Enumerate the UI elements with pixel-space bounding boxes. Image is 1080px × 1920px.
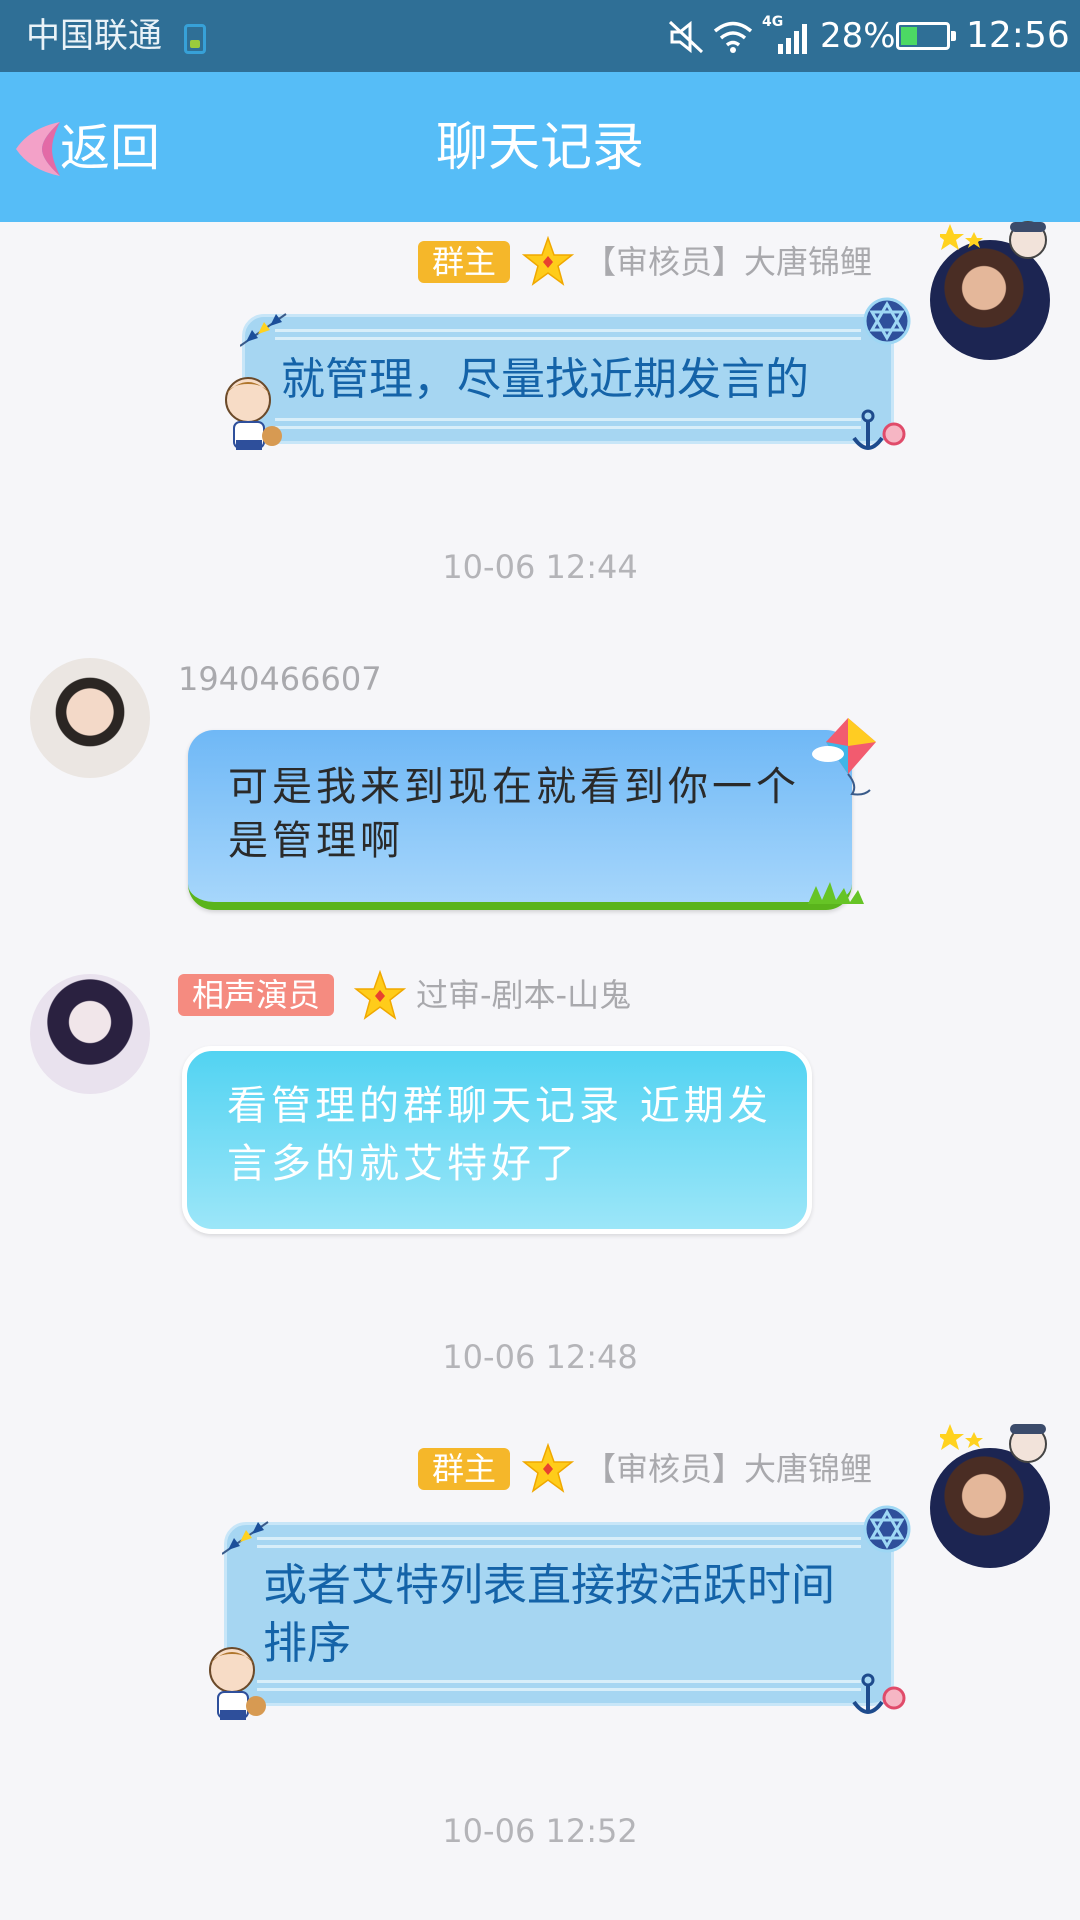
title-badge: 相声演员: [178, 974, 335, 1016]
anchor-icon: [852, 1673, 906, 1714]
message-text: 就管理，尽量找近期发言的: [281, 354, 809, 405]
avatar[interactable]: [30, 658, 150, 778]
signal-icon: [778, 24, 807, 54]
sender-name: 1940466607: [178, 660, 382, 698]
star-icon: [522, 236, 574, 286]
anchor-icon: [852, 409, 906, 450]
message-text: 可是我来到现在就看到你一个是管理啊: [228, 764, 800, 864]
title-bar: 返回 聊天记录: [0, 72, 1080, 222]
message-bubble[interactable]: 可是我来到现在就看到你一个是管理啊: [188, 730, 852, 910]
carrier-name: 中国联通: [26, 16, 162, 56]
sticker-icon: [940, 221, 1047, 259]
message-bubble[interactable]: 就管理，尽量找近期发言的: [242, 314, 894, 444]
kite-icon: [812, 718, 876, 796]
message-bubble[interactable]: 或者艾特列表直接按活跃时间排序: [224, 1522, 894, 1706]
owner-badge: 群主: [418, 1448, 511, 1490]
sender-name: 【审核员】大唐锦鲤: [584, 243, 873, 281]
sticker-icon: [940, 1424, 1047, 1463]
status-clock: 12:56: [966, 15, 1070, 56]
star-icon: [522, 1443, 574, 1493]
timestamp: 10-06 12:52: [442, 1812, 638, 1850]
message-text: 或者艾特列表直接按活跃时间排序: [263, 1560, 835, 1669]
pennant-icon: [240, 313, 287, 347]
wifi-icon: [713, 21, 753, 53]
grass-icon: [808, 882, 864, 904]
timestamp: 10-06 12:48: [442, 1338, 638, 1376]
sender-name: 过审-剧本-山鬼: [416, 976, 632, 1014]
status-bar: 中国联通 4G 28% 12:56: [0, 0, 1080, 72]
battery-percent: 28%: [820, 16, 896, 56]
message-bubble[interactable]: 看管理的群聊天记录 近期发言多的就艾特好了: [182, 1046, 812, 1234]
pennant-icon: [222, 1521, 269, 1555]
sender-name: 【审核员】大唐锦鲤: [584, 1450, 873, 1488]
compass-icon: [863, 1505, 911, 1553]
page-title: 聊天记录: [435, 118, 644, 178]
star-icon: [354, 970, 406, 1020]
compass-icon: [863, 297, 911, 345]
timestamp: 10-06 12:44: [442, 548, 638, 586]
avatar[interactable]: [30, 974, 150, 1094]
message-text: 看管理的群聊天记录 近期发言多的就艾特好了: [227, 1083, 772, 1187]
owner-badge: 群主: [418, 241, 511, 283]
battery-icon: [896, 22, 956, 50]
sailor-sticker-icon: [225, 377, 282, 450]
mute-icon: [668, 20, 704, 54]
sim-notification-icon: [184, 24, 206, 54]
sailor-sticker-icon: [209, 1647, 266, 1720]
